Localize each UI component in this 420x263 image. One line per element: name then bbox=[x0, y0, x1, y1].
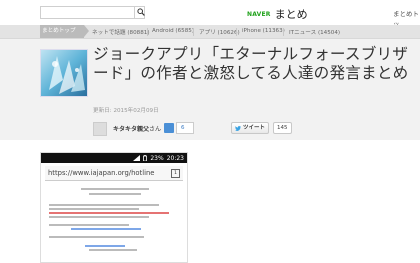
ice-crystal-thumbnail-image bbox=[41, 50, 87, 96]
page-title: ジョークアプリ「エターナルフォースブリザード」の作者と激怒してる人達の発言まとめ bbox=[93, 45, 409, 82]
page-text-line bbox=[49, 236, 144, 238]
article-header: ジョークアプリ「エターナルフォースブリザード」の作者と激怒してる人達の発言まとめ… bbox=[0, 39, 420, 140]
divider bbox=[283, 28, 284, 36]
search-icon bbox=[137, 8, 145, 16]
signal-icon bbox=[133, 155, 141, 161]
embedded-screenshot[interactable]: 23% 20:23 https://www.iajapan.org/hotlin… bbox=[40, 152, 188, 263]
phone-url-bar: https://www.iajapan.org/hotline 1 bbox=[45, 166, 183, 181]
favorite-button[interactable]: 6 bbox=[164, 122, 194, 134]
category-apps[interactable]: アプリ (10626) bbox=[199, 28, 240, 36]
divider bbox=[236, 28, 237, 36]
phone-url-text: https://www.iajapan.org/hotline bbox=[48, 169, 155, 177]
page-text-line bbox=[49, 216, 149, 218]
author-name-label: キタキタ親父 bbox=[113, 126, 150, 133]
tweet-count: 145 bbox=[273, 122, 292, 134]
search-button[interactable] bbox=[134, 6, 146, 19]
phone-status-bar: 23% 20:23 bbox=[41, 153, 187, 163]
page-text-line bbox=[49, 204, 159, 206]
brand-logo[interactable]: NAVER まとめ bbox=[247, 6, 308, 22]
divider bbox=[193, 28, 194, 36]
updated-date: 更新日: 2015年02月09日 bbox=[93, 108, 159, 114]
category-bar: まとめトップ ネットで話題 (80881) Android (6585) アプリ… bbox=[0, 25, 420, 39]
page-text-line bbox=[81, 188, 149, 190]
naver-logo: NAVER bbox=[247, 10, 271, 18]
twitter-bird-icon bbox=[235, 125, 241, 131]
author-suffix: さん bbox=[149, 126, 162, 133]
matome-logo: まとめ bbox=[274, 8, 308, 21]
page-text-line bbox=[89, 249, 137, 251]
category-net-topics[interactable]: ネットで話題 (80881) bbox=[92, 28, 150, 36]
top-header: NAVER まとめ まとめトッ bbox=[0, 0, 420, 28]
tweet-label: ツイート bbox=[243, 125, 266, 131]
battery-icon bbox=[143, 155, 148, 161]
divider bbox=[147, 28, 148, 36]
category-iphone[interactable]: iPhone (11363) bbox=[242, 28, 285, 34]
page-link-line bbox=[71, 228, 141, 230]
article-thumbnail[interactable] bbox=[40, 49, 88, 97]
category-android[interactable]: Android (6585) bbox=[152, 28, 194, 34]
search-input[interactable] bbox=[40, 6, 145, 19]
tweet-widget: ツイート 145 bbox=[231, 122, 292, 134]
avatar[interactable] bbox=[93, 122, 107, 136]
page-link-line bbox=[85, 245, 125, 247]
category-home[interactable]: まとめトップ bbox=[40, 25, 89, 38]
favorite-icon bbox=[164, 123, 174, 133]
page-text-line bbox=[89, 193, 141, 195]
page-text-line bbox=[49, 208, 139, 210]
status-time: 20:23 bbox=[166, 154, 184, 162]
page-text-line bbox=[49, 224, 129, 226]
phone-tab-count: 1 bbox=[171, 169, 180, 178]
tweet-button[interactable]: ツイート bbox=[231, 122, 270, 134]
favorite-count: 6 bbox=[176, 122, 194, 134]
page-text-line bbox=[49, 212, 169, 214]
author-name[interactable]: キタキタ親父さん bbox=[113, 124, 161, 133]
battery-percent: 23% bbox=[150, 154, 164, 162]
category-it-news[interactable]: ITニュース (14504) bbox=[289, 28, 340, 36]
